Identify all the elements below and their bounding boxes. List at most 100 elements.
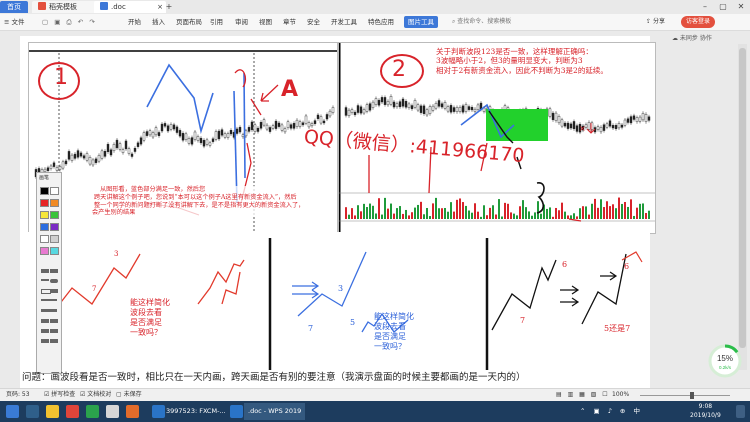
candle-body	[316, 114, 320, 119]
menu-review[interactable]: 审阅	[235, 16, 248, 28]
line-tool-icon[interactable]	[41, 269, 49, 273]
color-swatch[interactable]	[50, 235, 59, 243]
clock[interactable]: 9:08 2019/10/9	[690, 402, 721, 419]
candle-body	[163, 123, 167, 127]
blue-wave-sketch	[297, 251, 367, 317]
volume-bar	[546, 208, 548, 219]
tab-template[interactable]: 稻壳模板	[32, 1, 102, 13]
menu-page-layout[interactable]: 页面布局	[176, 16, 202, 28]
tray-icons[interactable]: ⌃ ▣ ♪ ⊕ 中	[580, 403, 643, 420]
menu-chapter[interactable]: 章节	[283, 16, 296, 28]
pen-tool-icon[interactable]	[41, 279, 49, 281]
candle-body	[371, 101, 375, 108]
candle-body	[46, 167, 50, 171]
color-swatch[interactable]	[40, 211, 49, 219]
menu-picture-tools[interactable]: 图片工具	[404, 16, 438, 28]
search-input[interactable]: ⌕ 查找命令、搜索模板	[452, 16, 530, 27]
color-swatch[interactable]	[50, 187, 59, 195]
page-number[interactable]: 页码: 53	[6, 389, 30, 401]
speed-widget[interactable]: 15% 0.2k/s	[708, 344, 742, 378]
maximize-icon[interactable]: ▢	[714, 0, 732, 14]
candle-body	[241, 134, 245, 138]
clear-icon[interactable]	[50, 329, 58, 333]
zoom-slider-handle[interactable]	[690, 392, 694, 399]
eraser-icon[interactable]	[41, 329, 49, 333]
close-window-icon[interactable]: ✕	[732, 0, 750, 14]
volume-bar	[465, 205, 467, 219]
tab-home[interactable]: 首页	[0, 1, 28, 13]
color-swatch[interactable]	[50, 199, 59, 207]
color-swatch[interactable]	[40, 235, 49, 243]
login-button[interactable]: 访客登录	[681, 16, 715, 28]
zoom-level[interactable]: 100%	[612, 389, 629, 401]
candle-body	[265, 124, 269, 130]
minimize-icon[interactable]: –	[696, 0, 714, 14]
view-mode-icons[interactable]: ▤ ▥ ▦ ▧ ☐	[556, 389, 610, 401]
volume-bar	[444, 207, 446, 219]
menu-security[interactable]: 安全	[307, 16, 320, 28]
doc-check[interactable]: ☑ 文档校对	[80, 389, 111, 401]
ellipse-tool-icon[interactable]	[50, 279, 58, 283]
volume-bar	[456, 199, 458, 219]
taskbar-wps[interactable]: .doc - WPS 2019	[244, 403, 306, 420]
candle-body	[437, 100, 441, 107]
menu-insert[interactable]: 插入	[152, 16, 165, 28]
menu-file[interactable]: ≡ 文件	[4, 16, 25, 28]
share-button[interactable]: ⇪ 分享	[646, 16, 665, 28]
spell-check[interactable]: ☑ 拼写检查	[44, 389, 75, 401]
color-swatch[interactable]	[50, 211, 59, 219]
windows-start-icon[interactable]	[6, 405, 19, 418]
volume-bar	[504, 202, 506, 219]
question-left: 能这样简化 波段去看 是否满足 一致吗？	[130, 298, 170, 338]
app-icon[interactable]	[106, 405, 119, 418]
notification-icon[interactable]	[736, 405, 745, 418]
menu-start[interactable]: 开始	[128, 16, 141, 28]
candle-body	[214, 131, 218, 140]
size-tool-icon[interactable]	[41, 309, 57, 312]
color-swatch[interactable]	[40, 223, 49, 231]
menu-developer[interactable]: 开发工具	[331, 16, 357, 28]
vertical-scrollbar[interactable]	[738, 44, 747, 370]
quick-access-icons[interactable]: ▢ ▣ ⎙ ↶ ↷	[42, 16, 97, 28]
close-icon[interactable]	[50, 339, 58, 343]
text-tool-icon[interactable]	[50, 289, 58, 293]
wave-label: 3	[114, 250, 119, 258]
app-icon[interactable]	[126, 405, 139, 418]
new-tab-icon[interactable]: +	[160, 0, 178, 14]
sync-indicator[interactable]: ☁ 未同步 协作	[672, 33, 712, 42]
candle-body	[238, 127, 242, 133]
candle-body	[133, 147, 137, 152]
candle-body	[383, 97, 387, 105]
arrow-tool-icon[interactable]	[50, 269, 58, 273]
pen-palette[interactable]: 画笔	[36, 172, 62, 374]
save-icon[interactable]	[41, 339, 49, 343]
question-mid-line: 波段去看	[374, 322, 406, 331]
task-view-icon[interactable]	[26, 405, 39, 418]
size-tool-icon[interactable]	[41, 299, 57, 301]
label-A: A	[281, 77, 299, 102]
file-explorer-icon[interactable]	[46, 405, 59, 418]
color-swatch[interactable]	[40, 187, 49, 195]
candle-body	[301, 122, 305, 126]
tab-document[interactable]: .doc ×	[94, 1, 166, 13]
color-swatch[interactable]	[40, 199, 49, 207]
color-swatch[interactable]	[50, 223, 59, 231]
menu-special[interactable]: 特色应用	[368, 16, 394, 28]
question-text: 问题：画波段看是否一致时，相比只在一天内画，跨天画是否有别的要注意（我演示盘面的…	[22, 372, 526, 383]
menu-view[interactable]: 视图	[259, 16, 272, 28]
menu-reference[interactable]: 引用	[210, 16, 223, 28]
redo-icon[interactable]	[50, 319, 58, 323]
color-swatch[interactable]	[50, 247, 59, 255]
color-swatch[interactable]	[40, 247, 49, 255]
volume-bar	[648, 210, 650, 219]
undo-icon[interactable]	[41, 319, 49, 323]
candle-body	[410, 105, 414, 110]
scrollbar-thumb[interactable]	[739, 48, 746, 348]
reply-line: 会产生别的结果	[92, 209, 136, 217]
browser-icon[interactable]	[66, 405, 79, 418]
taskbar-fxcm[interactable]: 3997523: FXCM-...	[166, 403, 226, 420]
app-icon[interactable]	[86, 405, 99, 418]
blue-wave-line	[146, 63, 214, 135]
candle-body	[136, 142, 140, 147]
zoom-slider[interactable]	[640, 395, 730, 396]
